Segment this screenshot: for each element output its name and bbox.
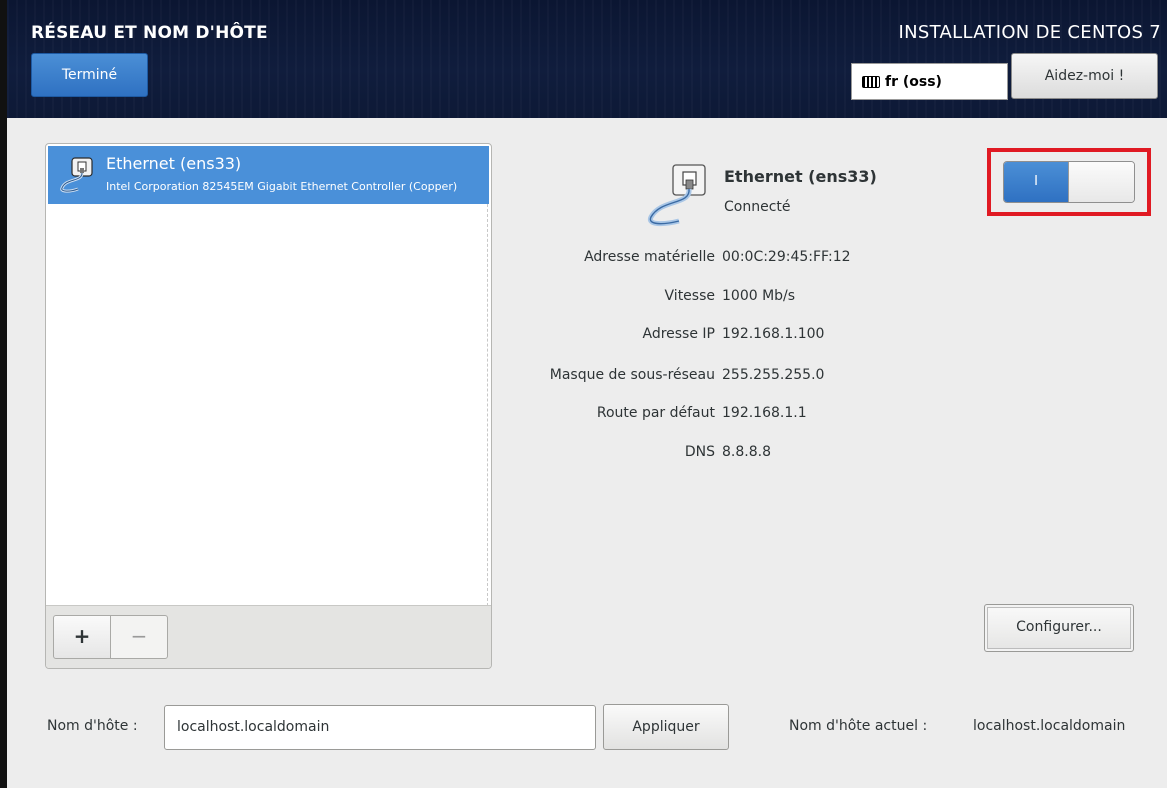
device-list-toolbar: + − [46, 605, 491, 668]
subnet-mask-value: 255.255.255.0 [722, 367, 825, 383]
ip-address-label: Adresse IP [642, 326, 715, 342]
header-texture [7, 0, 1167, 118]
spoke-title: RÉSEAU ET NOM D'HÔTE [31, 23, 268, 43]
remove-device-button[interactable]: − [110, 615, 168, 659]
default-route-value: 192.168.1.1 [722, 405, 807, 421]
hardware-address-label: Adresse matérielle [584, 249, 715, 265]
switch-on-indicator: I [1004, 162, 1068, 202]
device-row-ens33[interactable]: Ethernet (ens33) Intel Corporation 82545… [48, 146, 489, 204]
configure-button[interactable]: Configurer... [984, 604, 1134, 652]
add-device-button[interactable]: + [53, 615, 111, 659]
speed-label: Vitesse [664, 288, 715, 304]
list-edge [487, 204, 488, 606]
hostname-label: Nom d'hôte : [47, 718, 138, 734]
speed-value: 1000 Mb/s [722, 288, 796, 304]
ip-address-value: 192.168.1.100 [722, 326, 825, 342]
keyboard-icon [862, 75, 880, 88]
subnet-mask-label: Masque de sous-réseau [549, 367, 715, 383]
device-description: Intel Corporation 82545EM Gigabit Ethern… [106, 180, 458, 193]
apply-hostname-button[interactable]: Appliquer [603, 704, 729, 750]
ethernet-cable-icon [647, 164, 706, 227]
switch-knob[interactable] [1068, 162, 1134, 202]
current-hostname-label: Nom d'hôte actuel : [789, 718, 928, 734]
device-name: Ethernet (ens33) [106, 154, 242, 173]
connection-toggle-switch[interactable]: I [1003, 161, 1135, 203]
device-detail-name: Ethernet (ens33) [724, 167, 877, 186]
dns-label: DNS [684, 444, 715, 460]
hardware-address-value: 00:0C:29:45:FF:12 [722, 249, 851, 265]
ethernet-cable-icon [60, 157, 93, 193]
help-button[interactable]: Aidez-moi ! [1011, 53, 1158, 99]
hostname-input[interactable]: localhost.localdomain [164, 705, 596, 750]
window-left-border [0, 0, 7, 788]
product-title: INSTALLATION DE CENTOS 7 [898, 22, 1161, 43]
keyboard-layout-indicator[interactable]: fr (oss) [851, 63, 1008, 100]
current-hostname-value: localhost.localdomain [973, 718, 1126, 734]
dns-value: 8.8.8.8 [722, 444, 771, 460]
network-device-list: Ethernet (ens33) Intel Corporation 82545… [45, 143, 492, 669]
done-button[interactable]: Terminé [31, 53, 148, 97]
device-status: Connecté [724, 199, 791, 215]
spoke-header [7, 0, 1167, 118]
default-route-label: Route par défaut [596, 405, 715, 421]
keyboard-layout-label: fr (oss) [885, 73, 942, 90]
